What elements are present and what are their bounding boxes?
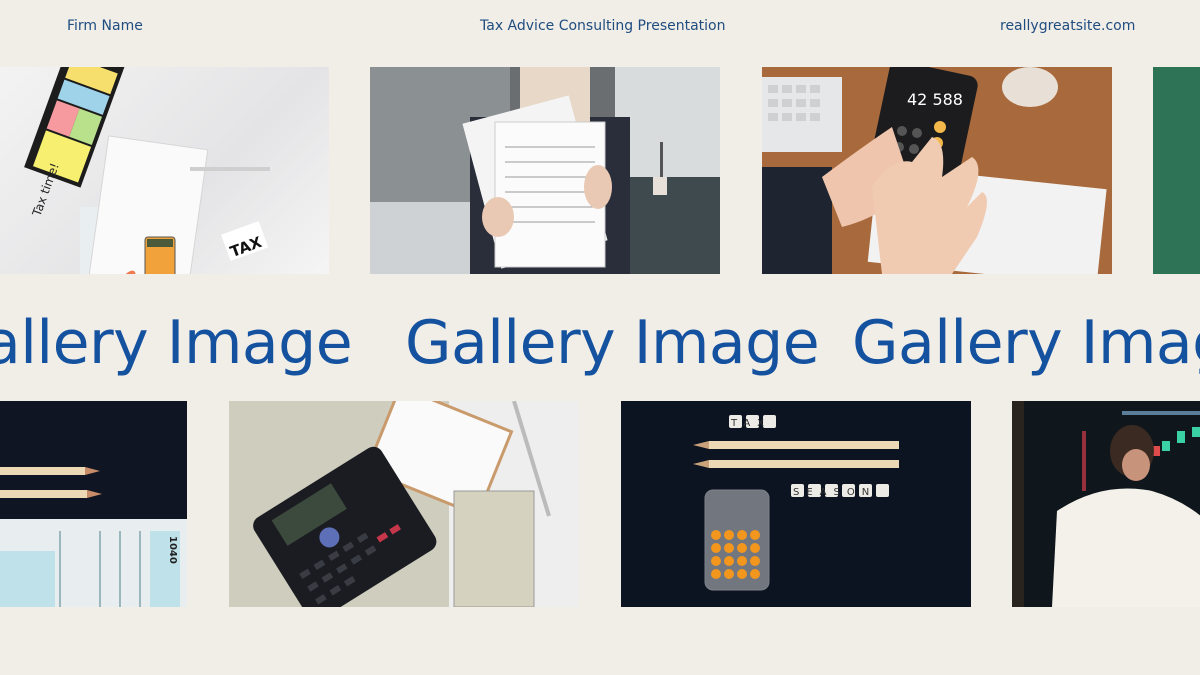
gallery-image-tax-flatlay: Tax time! TAX bbox=[0, 67, 329, 274]
gallery-image-man-trading-screen bbox=[1012, 401, 1200, 607]
gallery-image-pencils-1040: 1040 bbox=[0, 401, 187, 607]
gallery-image-green-board bbox=[1153, 67, 1200, 274]
gallery-image-tax-season-dice: TAX SEASON bbox=[621, 401, 971, 607]
tax-season-illustration: TAX SEASON bbox=[621, 401, 971, 607]
tax-flatlay-illustration: Tax time! TAX bbox=[24, 67, 270, 274]
trading-screen-illustration bbox=[1012, 401, 1200, 607]
gallery-image-woman-tax-forms bbox=[370, 67, 720, 274]
gallery-image-phone-calculator: 42 588 bbox=[762, 67, 1112, 274]
calculator-display: 42 588 bbox=[907, 90, 963, 109]
presentation-title: Tax Advice Consulting Presentation bbox=[480, 18, 726, 34]
woman-forms-illustration bbox=[370, 67, 720, 274]
pencils-1040-illustration: 1040 bbox=[0, 401, 187, 607]
website-link[interactable]: reallygreatsite.com bbox=[1000, 18, 1135, 34]
gallery-caption-3: Gallery Image bbox=[852, 308, 1200, 378]
form-1040-label: 1040 bbox=[167, 536, 178, 564]
phone-calculator-illustration: 42 588 bbox=[762, 67, 1112, 274]
dice-season-text: SEASON bbox=[793, 487, 876, 498]
dice-tax-text: TAX bbox=[730, 418, 771, 429]
gallery-caption-1: Gallery Image bbox=[0, 308, 353, 378]
gallery-caption-2: Gallery Image bbox=[405, 308, 820, 378]
gallery-image-calculator-money bbox=[229, 401, 579, 607]
firm-name: Firm Name bbox=[67, 18, 143, 34]
calculator-money-illustration bbox=[229, 401, 579, 607]
